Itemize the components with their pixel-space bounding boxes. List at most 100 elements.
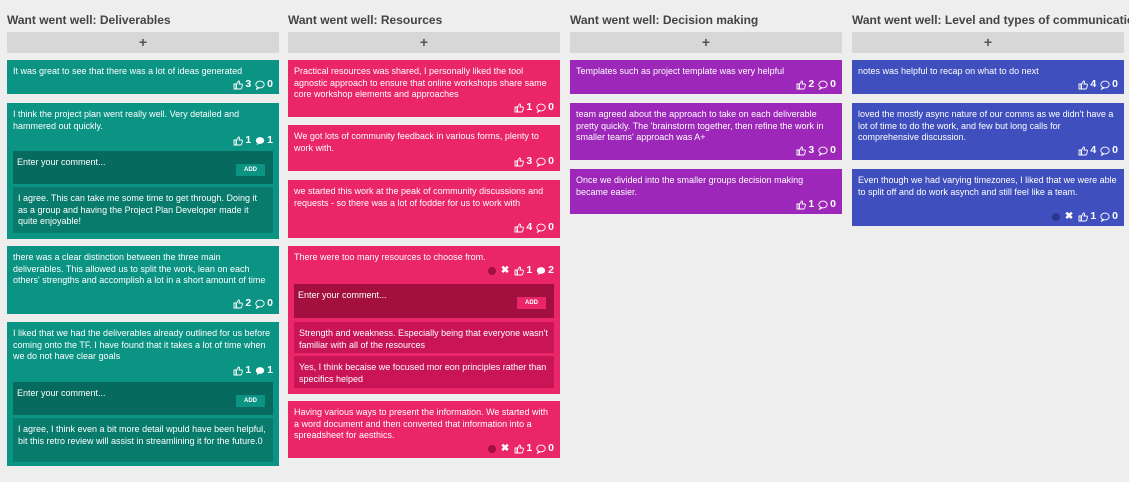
like-count: 3 [526, 155, 533, 168]
speech-bubble-icon[interactable] [818, 80, 828, 90]
card[interactable]: There were too many resources to choose … [288, 246, 560, 394]
thumbs-up-icon[interactable] [233, 299, 244, 309]
color-dot-icon[interactable] [1051, 213, 1060, 221]
close-icon[interactable]: ✖ [1065, 211, 1073, 223]
color-dot-icon[interactable] [487, 445, 496, 453]
add-comment-button[interactable]: ADD [236, 395, 265, 407]
card[interactable]: notes was helpful to recap on what to do… [852, 60, 1124, 94]
thumbs-up-icon[interactable] [514, 223, 525, 233]
thumbs-up-icon[interactable] [514, 103, 525, 113]
thumbs-up-icon[interactable] [233, 136, 244, 146]
card[interactable]: Once we divided into the smaller groups … [570, 169, 842, 214]
speech-bubble-icon[interactable] [1100, 212, 1110, 222]
column-title: Want went well: Level and types of commu… [852, 13, 1129, 27]
thumbs-up-icon[interactable] [514, 157, 525, 167]
add-card-button[interactable]: + [7, 32, 279, 53]
card[interactable]: we started this work at the peak of comm… [288, 180, 560, 238]
comment-input[interactable]: Enter your comment... ADD [13, 151, 273, 184]
like-count: 1 [1090, 210, 1097, 223]
card[interactable]: loved the mostly async nature of our com… [852, 103, 1124, 160]
speech-bubble-icon[interactable] [536, 157, 546, 167]
speech-bubble-icon[interactable] [536, 266, 546, 276]
add-comment-button[interactable]: ADD [236, 164, 265, 176]
comment-count: 0 [548, 442, 554, 455]
comment-count: 1 [267, 364, 273, 377]
card-meta: 2 0 [233, 298, 275, 310]
card[interactable]: Having various ways to present the infor… [288, 401, 560, 458]
comment-input[interactable]: Enter your comment... ADD [13, 382, 273, 415]
card-text: loved the mostly async nature of our com… [858, 109, 1114, 142]
comment-placeholder: Enter your comment... [298, 290, 387, 300]
card-meta: ✖ 1 0 [487, 442, 556, 455]
speech-bubble-icon[interactable] [1100, 146, 1110, 156]
comment-count: 0 [830, 198, 836, 211]
thumbs-up-icon[interactable] [796, 200, 807, 210]
thumbs-up-icon[interactable] [796, 80, 807, 90]
card[interactable]: Templates such as project template was v… [570, 60, 842, 94]
speech-bubble-icon[interactable] [255, 136, 265, 146]
like-count: 1 [526, 264, 533, 277]
card-text: team agreed about the approach to take o… [576, 109, 824, 142]
speech-bubble-icon[interactable] [818, 200, 828, 210]
speech-bubble-icon[interactable] [536, 223, 546, 233]
thumbs-up-icon[interactable] [796, 146, 807, 156]
card[interactable]: there was a clear distinction between th… [7, 246, 279, 314]
like-count: 1 [526, 101, 533, 114]
reply-text: Strength and weakness. Especially being … [299, 328, 548, 350]
comment-input[interactable]: Enter your comment... ADD [294, 284, 554, 318]
comment-placeholder: Enter your comment... [17, 157, 106, 167]
like-count: 4 [1090, 78, 1097, 91]
comment-count: 0 [267, 78, 273, 91]
card-text: Even though we had varying timezones, I … [858, 175, 1117, 197]
speech-bubble-icon[interactable] [255, 299, 265, 309]
card[interactable]: Even though we had varying timezones, I … [852, 169, 1124, 226]
speech-bubble-icon[interactable] [536, 103, 546, 113]
card-meta: ✖ 1 0 [1051, 210, 1120, 223]
card-text: Practical resources was shared, I person… [294, 66, 547, 99]
color-dot-icon[interactable] [487, 267, 496, 275]
thumbs-up-icon[interactable] [1078, 212, 1089, 222]
card-meta: 1 1 [233, 135, 275, 147]
card[interactable]: We got lots of community feedback in var… [288, 125, 560, 171]
thumbs-up-icon[interactable] [514, 444, 525, 454]
comment-count: 2 [548, 264, 554, 277]
column-title: Want went well: Decision making [570, 13, 759, 27]
card-meta: 1 1 [233, 365, 275, 377]
comment-count: 0 [548, 155, 554, 168]
speech-bubble-icon[interactable] [536, 444, 546, 454]
thumbs-up-icon[interactable] [233, 80, 244, 90]
speech-bubble-icon[interactable] [255, 366, 265, 376]
card[interactable]: team agreed about the approach to take o… [570, 103, 842, 160]
card[interactable]: Practical resources was shared, I person… [288, 60, 560, 117]
add-comment-button[interactable]: ADD [517, 297, 546, 309]
close-icon[interactable]: ✖ [501, 443, 509, 455]
close-icon[interactable]: ✖ [501, 265, 509, 277]
comment-reply: I agree, I think even a bit more detail … [13, 418, 273, 462]
comment-count: 0 [830, 78, 836, 91]
add-card-button[interactable]: + [288, 32, 560, 53]
speech-bubble-icon[interactable] [255, 80, 265, 90]
column-title: Want went well: Resources [288, 13, 443, 27]
like-count: 2 [245, 297, 252, 310]
speech-bubble-icon[interactable] [818, 146, 828, 156]
card-text: There were too many resources to choose … [294, 252, 486, 262]
thumbs-up-icon[interactable] [233, 366, 244, 376]
thumbs-up-icon[interactable] [514, 266, 525, 276]
like-count: 4 [1090, 144, 1097, 157]
comment-count: 0 [548, 221, 554, 234]
comment-placeholder: Enter your comment... [17, 388, 106, 398]
card-text: We got lots of community feedback in var… [294, 131, 539, 153]
card-meta: 3 0 [796, 145, 838, 157]
reply-text: Yes, I think becaise we focused mor eon … [299, 362, 547, 384]
card-meta: 3 0 [233, 79, 275, 91]
add-card-button[interactable]: + [570, 32, 842, 53]
like-count: 3 [245, 78, 252, 91]
card[interactable]: I liked that we had the deliverables alr… [7, 322, 279, 466]
card[interactable]: It was great to see that there was a lot… [7, 60, 279, 94]
add-card-button[interactable]: + [852, 32, 1124, 53]
card[interactable]: I think the project plan went really wel… [7, 103, 279, 239]
card-meta: 4 0 [1078, 145, 1120, 157]
thumbs-up-icon[interactable] [1078, 80, 1089, 90]
speech-bubble-icon[interactable] [1100, 80, 1110, 90]
thumbs-up-icon[interactable] [1078, 146, 1089, 156]
